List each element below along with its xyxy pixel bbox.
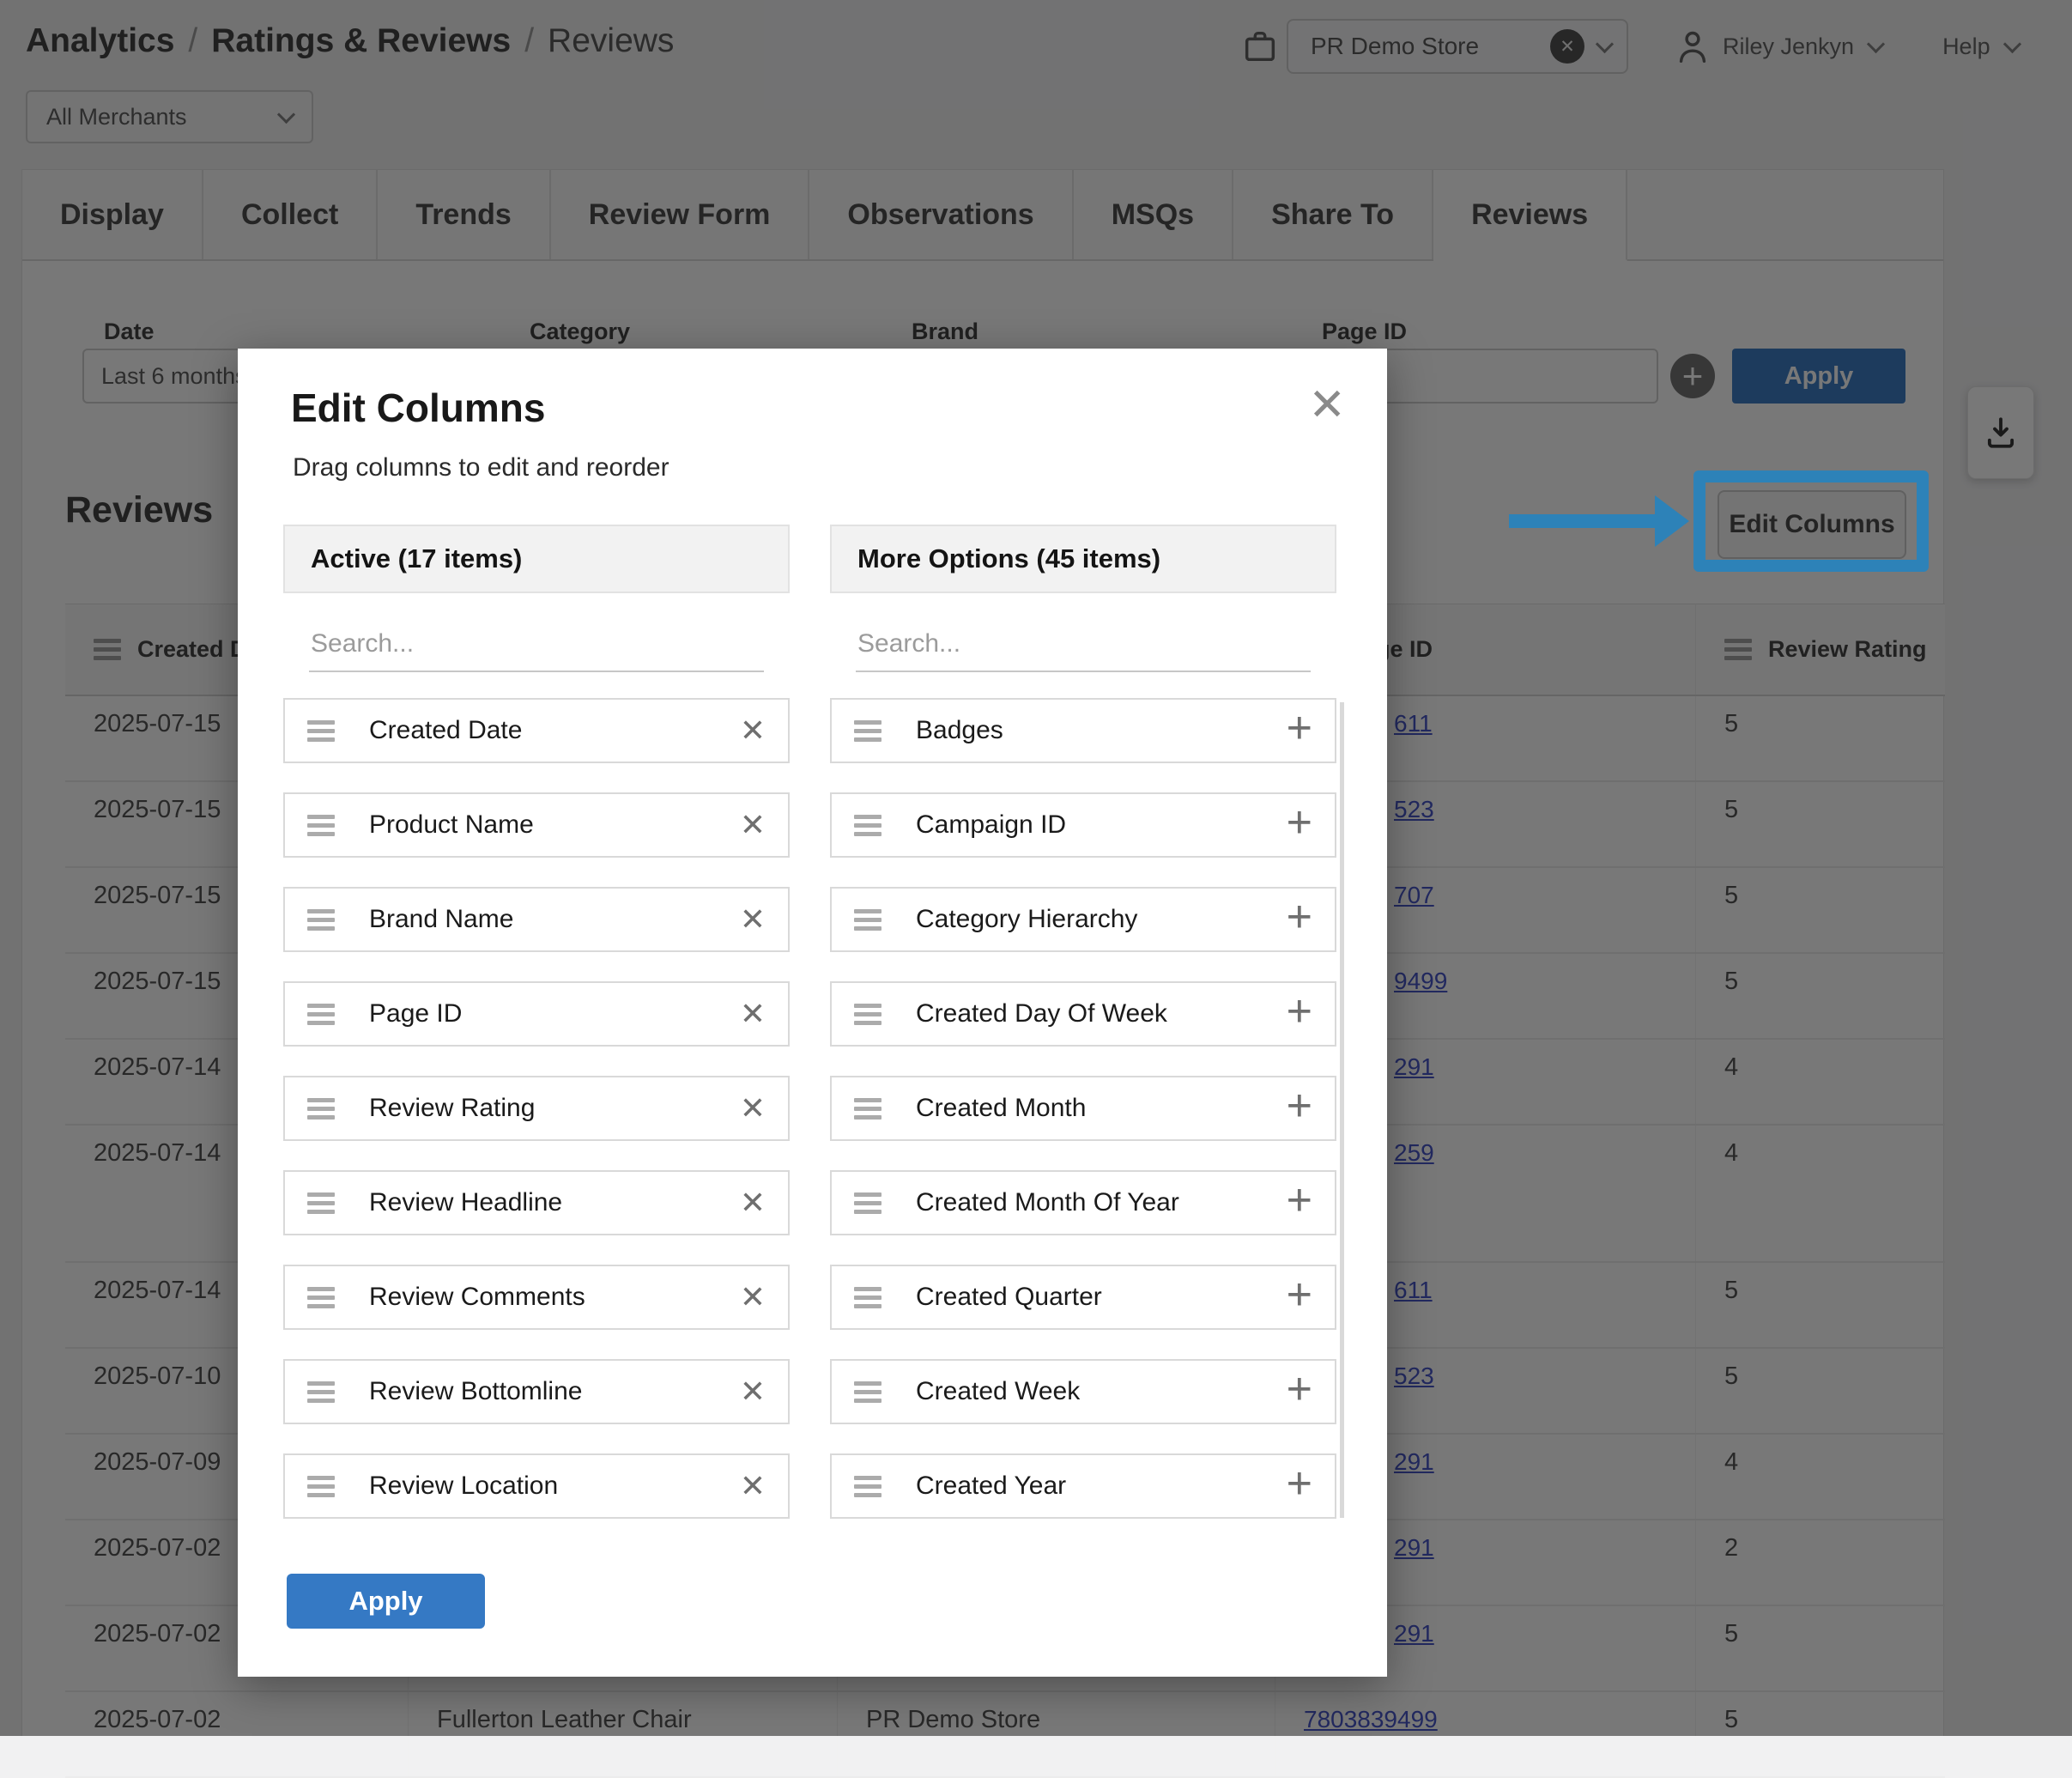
column-item-label: Category Hierarchy: [916, 905, 1138, 933]
add-column-icon[interactable]: +: [1287, 1272, 1312, 1317]
remove-column-icon[interactable]: ✕: [740, 810, 766, 840]
drag-handle-icon: [307, 1097, 335, 1120]
close-icon[interactable]: ✕: [1308, 383, 1346, 428]
column-item-label: Created Date: [369, 716, 523, 744]
add-column-icon[interactable]: +: [1287, 706, 1312, 750]
column-item-campaign-id[interactable]: Campaign ID +: [830, 792, 1336, 858]
column-item-label: Review Headline: [369, 1188, 563, 1217]
drag-handle-icon: [307, 1003, 335, 1025]
column-item-created-date[interactable]: Created Date ✕: [283, 698, 790, 763]
column-item-label: Product Name: [369, 810, 534, 839]
modal-apply-button[interactable]: Apply: [287, 1574, 485, 1629]
annotation-arrow: [1509, 514, 1665, 528]
drag-handle-icon: [854, 1286, 882, 1308]
drag-handle-icon: [307, 1286, 335, 1308]
active-columns-panel: Active (17 items) Created Date✕Product N…: [283, 525, 790, 1548]
column-item-review-location[interactable]: Review Location ✕: [283, 1453, 790, 1519]
add-column-icon[interactable]: +: [1287, 1083, 1312, 1128]
column-item-review-comments[interactable]: Review Comments ✕: [283, 1265, 790, 1330]
remove-column-icon[interactable]: ✕: [740, 1282, 766, 1313]
column-item-label: Brand Name: [369, 905, 514, 933]
add-column-icon[interactable]: +: [1287, 1367, 1312, 1411]
column-item-category-hierarchy[interactable]: Category Hierarchy +: [830, 887, 1336, 952]
drag-handle-icon: [854, 1381, 882, 1403]
annotation-arrow-head-icon: [1655, 495, 1689, 547]
column-item-label: Review Location: [369, 1472, 559, 1500]
add-column-icon[interactable]: +: [1287, 800, 1312, 845]
scrollbar[interactable]: [1340, 702, 1344, 1518]
column-item-created-quarter[interactable]: Created Quarter +: [830, 1265, 1336, 1330]
drag-handle-icon: [854, 719, 882, 742]
drag-handle-icon: [854, 1192, 882, 1214]
remove-column-icon[interactable]: ✕: [740, 715, 766, 746]
remove-column-icon[interactable]: ✕: [740, 1187, 766, 1218]
active-panel-title: Active (17 items): [283, 525, 790, 593]
add-column-icon[interactable]: +: [1287, 989, 1312, 1034]
edit-columns-modal: ✕ Edit Columns Drag columns to edit and …: [238, 349, 1387, 1677]
drag-handle-icon: [854, 1097, 882, 1120]
column-item-label: Review Bottomline: [369, 1377, 583, 1405]
more-options-list: Badges + Campaign ID + Category Hierarchy + Cr…: [830, 698, 1336, 1519]
drag-handle-icon: [854, 1475, 882, 1497]
column-item-badges[interactable]: Badges +: [830, 698, 1336, 763]
add-column-icon[interactable]: +: [1287, 1178, 1312, 1223]
column-item-label: Created Week: [916, 1377, 1081, 1405]
active-panel-search-input[interactable]: [309, 624, 764, 672]
column-item-label: Created Day Of Week: [916, 999, 1167, 1028]
remove-column-icon[interactable]: ✕: [740, 998, 766, 1029]
column-item-label: Campaign ID: [916, 810, 1067, 839]
more-panel-title: More Options (45 items): [830, 525, 1336, 593]
column-item-created-week[interactable]: Created Week +: [830, 1359, 1336, 1424]
column-item-page-id[interactable]: Page ID ✕: [283, 981, 790, 1047]
column-item-review-headline[interactable]: Review Headline ✕: [283, 1170, 790, 1235]
more-options-panel: More Options (45 items) Badges+Campaign …: [830, 525, 1336, 1548]
column-item-label: Review Rating: [369, 1094, 536, 1122]
column-item-review-bottomline[interactable]: Review Bottomline ✕: [283, 1359, 790, 1424]
drag-handle-icon: [307, 1192, 335, 1214]
add-column-icon[interactable]: +: [1287, 895, 1312, 939]
more-panel-search-input[interactable]: [856, 624, 1311, 672]
column-item-created-day-of-week[interactable]: Created Day Of Week +: [830, 981, 1336, 1047]
column-item-brand-name[interactable]: Brand Name ✕: [283, 887, 790, 952]
column-item-created-month[interactable]: Created Month +: [830, 1076, 1336, 1141]
column-item-label: Created Month: [916, 1094, 1087, 1122]
column-item-product-name[interactable]: Product Name ✕: [283, 792, 790, 858]
modal-title: Edit Columns: [291, 385, 546, 430]
drag-handle-icon: [307, 1475, 335, 1497]
column-item-label: Badges: [916, 716, 1003, 744]
column-item-label: Created Quarter: [916, 1283, 1102, 1311]
remove-column-icon[interactable]: ✕: [740, 1471, 766, 1502]
column-item-label: Review Comments: [369, 1283, 585, 1311]
remove-column-icon[interactable]: ✕: [740, 1376, 766, 1407]
drag-handle-icon: [307, 814, 335, 836]
annotation-highlight-box: [1693, 470, 1929, 572]
column-item-label: Page ID: [369, 999, 463, 1028]
drag-handle-icon: [854, 1003, 882, 1025]
column-item-review-rating[interactable]: Review Rating ✕: [283, 1076, 790, 1141]
drag-handle-icon: [307, 719, 335, 742]
column-item-created-month-of-year[interactable]: Created Month Of Year +: [830, 1170, 1336, 1235]
remove-column-icon[interactable]: ✕: [740, 904, 766, 935]
column-item-created-year[interactable]: Created Year +: [830, 1453, 1336, 1519]
modal-subtitle: Drag columns to edit and reorder: [293, 453, 669, 482]
active-columns-list: Created Date ✕ Product Name ✕ Brand Name ✕ Pag…: [283, 698, 790, 1519]
remove-column-icon[interactable]: ✕: [740, 1093, 766, 1124]
drag-handle-icon: [307, 1381, 335, 1403]
column-item-label: Created Year: [916, 1472, 1067, 1500]
drag-handle-icon: [854, 908, 882, 931]
add-column-icon[interactable]: +: [1287, 1461, 1312, 1506]
drag-handle-icon: [854, 814, 882, 836]
column-item-label: Created Month Of Year: [916, 1188, 1179, 1217]
drag-handle-icon: [307, 908, 335, 931]
